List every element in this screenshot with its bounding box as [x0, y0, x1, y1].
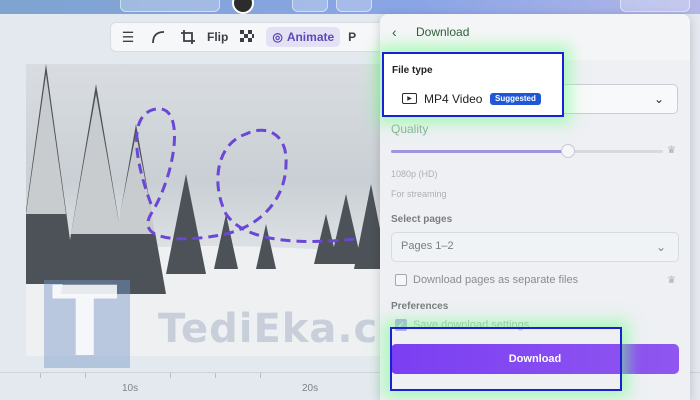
chevron-down-icon[interactable]: ⌄: [654, 92, 664, 106]
chevron-down-icon[interactable]: ⌄: [656, 240, 666, 254]
crown-icon: ♛: [667, 145, 676, 156]
top-bar: [0, 0, 700, 14]
more-tool-button[interactable]: P: [348, 30, 356, 44]
top-bar-control[interactable]: [292, 0, 328, 12]
top-bar-control[interactable]: [120, 0, 220, 12]
lines-icon[interactable]: ☰: [117, 26, 139, 48]
suggested-badge: Suggested: [490, 93, 541, 105]
quality-slider[interactable]: [391, 144, 663, 158]
video-icon: ▶: [402, 93, 417, 104]
download-button-highlight: [390, 327, 622, 391]
quality-slider-thumb[interactable]: [560, 144, 575, 158]
timeline-tick: [85, 373, 86, 378]
animate-label: Animate: [286, 30, 335, 44]
watermark-letter: T: [52, 266, 118, 378]
timeline-tick: [170, 373, 171, 378]
separate-files-label[interactable]: Download pages as separate files: [413, 274, 578, 286]
quality-slider-fill: [391, 150, 568, 153]
animate-button[interactable]: ◎ Animate: [266, 27, 341, 47]
file-type-value[interactable]: MP4 Video: [424, 92, 482, 106]
corner-icon[interactable]: [147, 26, 169, 48]
timeline-tick: [40, 373, 41, 378]
select-pages-label: Select pages: [391, 214, 453, 225]
panel-title: Download: [416, 25, 470, 39]
avatar[interactable]: [232, 0, 254, 14]
file-type-label: File type: [392, 65, 433, 76]
separate-files-checkbox[interactable]: [395, 274, 407, 286]
preferences-label: Preferences: [391, 301, 449, 312]
flip-button[interactable]: Flip: [207, 30, 228, 44]
timeline-label: 20s: [302, 383, 319, 394]
timeline-tick: [260, 373, 261, 378]
panel-header: ‹ Download: [392, 24, 469, 40]
file-type-highlight: [382, 52, 564, 117]
top-bar-control[interactable]: [336, 0, 372, 12]
crop-icon[interactable]: [177, 26, 199, 48]
transparency-icon[interactable]: [236, 26, 258, 48]
quality-label: Quality: [391, 122, 429, 136]
back-icon[interactable]: ‹: [392, 24, 404, 40]
resolution-note: For streaming: [391, 189, 447, 199]
resolution-text: 1080p (HD): [391, 169, 438, 179]
share-button[interactable]: [620, 0, 690, 12]
timeline-tick: [215, 373, 216, 378]
timeline-label: 10s: [122, 383, 139, 394]
select-pages-value: Pages 1–2: [401, 240, 454, 252]
element-toolbar: ☰ Flip ◎ Animate P: [110, 22, 410, 52]
crown-icon: ♛: [667, 275, 676, 286]
animate-icon: ◎: [272, 30, 283, 44]
